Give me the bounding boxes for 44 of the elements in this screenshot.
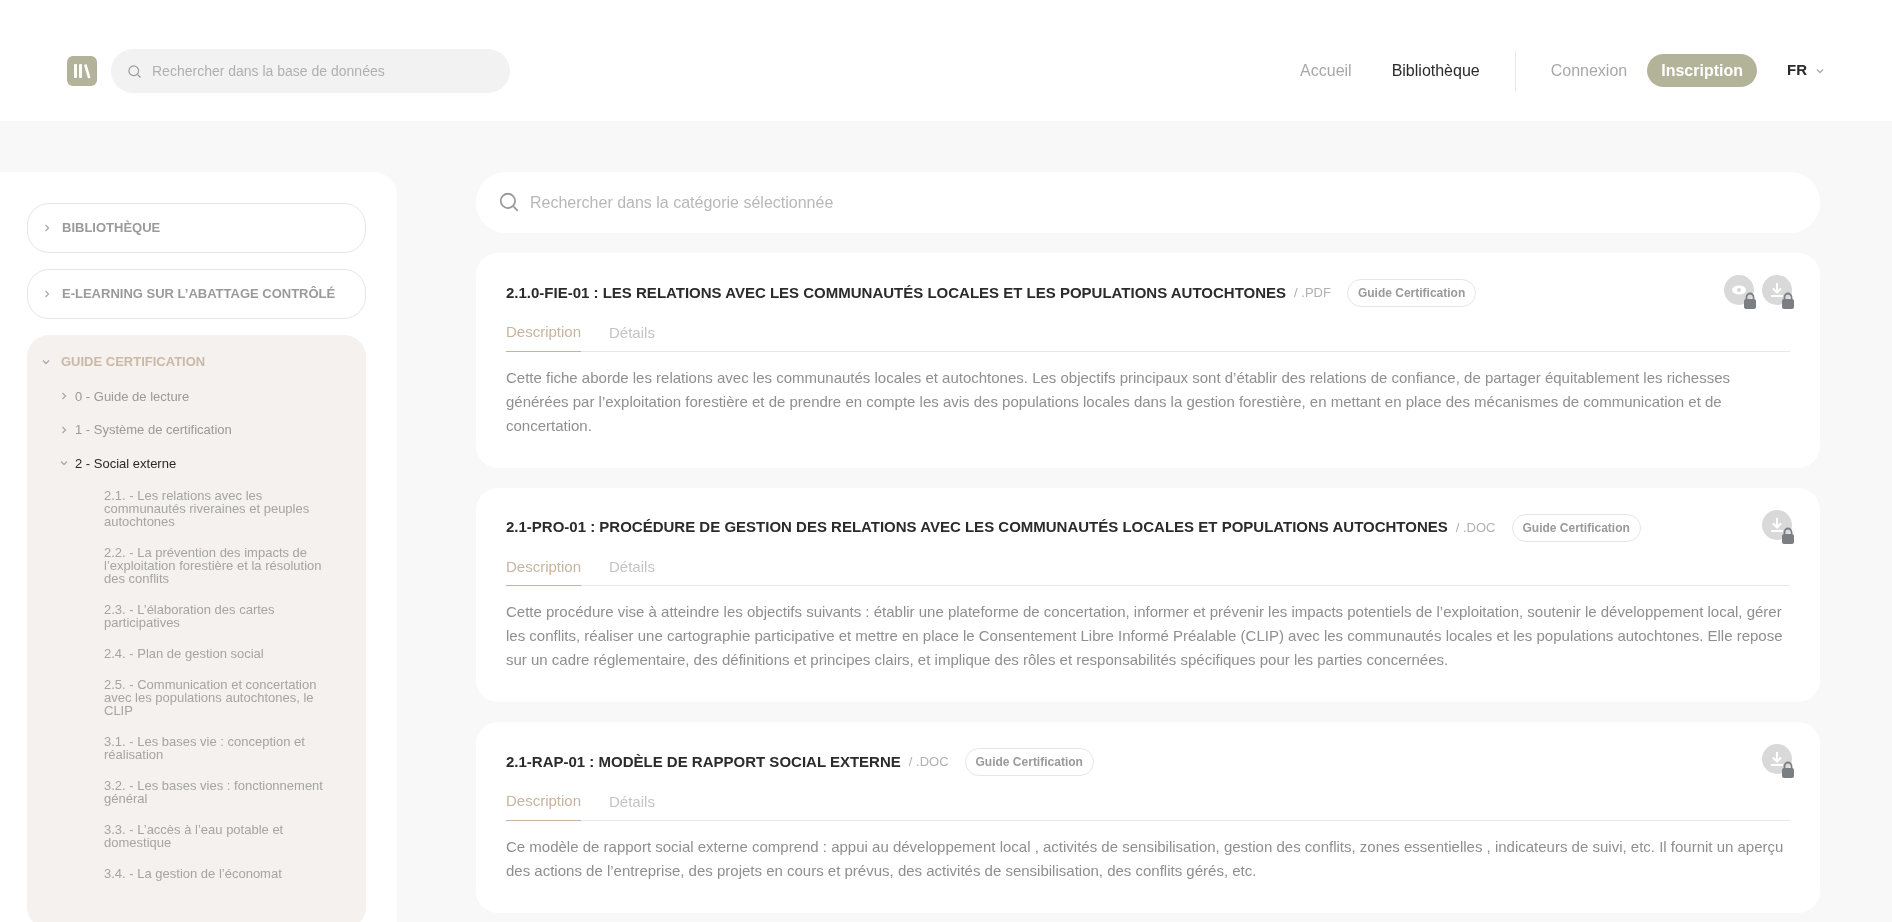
tab[interactable]: Description <box>506 555 582 586</box>
category-label: BIBLIOTHÈQUE <box>62 219 161 238</box>
login-link[interactable]: Connexion <box>1550 58 1628 83</box>
file-format: / .DOC <box>1455 518 1496 537</box>
tab[interactable]: Description <box>506 321 582 352</box>
file-format: / .PDF <box>1294 284 1331 303</box>
subcategory-link[interactable]: 2 - Social externe <box>75 453 177 473</box>
tab[interactable]: Détails <box>609 790 655 821</box>
document-link[interactable]: 3.3. - L’accès à l’eau potable et domestique <box>104 823 332 849</box>
signup-button[interactable]: Inscription <box>1647 54 1757 87</box>
document-description: Cette procédure vise à atteindre les objectifs suivants : établir une plateforme de concertation, informer et prévenir les impacts potentiels de l’exploitation, soutenir le développement local, gérer les conflits, réaliser une cartographie participative et mettre en place le Consentement Libre Informé Préalable (CLIP) avec les communautés locales et les populations autochtones. Elle repose sur un cadre réglementaire, des définitions et principes clairs, et implique des rôles et responsabilités spécifiques pour les parties concernées. <box>506 602 1784 670</box>
document-link[interactable]: 3.1. - Les bases vie : conception et réalisation <box>104 735 332 761</box>
books-logo-icon[interactable] <box>67 55 97 86</box>
document-link[interactable]: 2.2. - La prévention des impacts de l’exploitation forestière et la résolution des conflits <box>104 546 332 585</box>
file-format: / .DOC <box>908 753 949 772</box>
subcategory-link[interactable]: 1 - Système de certification <box>75 420 232 440</box>
document-description: Cette fiche aborde les relations avec les communautés locales et autochtones. Les objectifs principaux sont d’établir des relations de confiance, de partager équitablement les richesses générées par l’exploitation forestière et de prendre en compte les avis des populations locales dans la gestion forestière, en mettant en place des mécanismes de communication et de concertation. <box>506 367 1732 436</box>
category-label: GUIDE CERTIFICATION <box>61 353 206 371</box>
document-link[interactable]: 2.1. - Les relations avec les communautés riveraines et peuples autochtones <box>104 489 332 528</box>
document-link[interactable]: 3.2. - Les bases vies : fonctionnement général <box>104 779 332 805</box>
tab[interactable]: Description <box>506 790 582 821</box>
subcategory-link[interactable]: 0 - Guide de lecture <box>75 386 190 406</box>
chevron-right-icon <box>42 223 52 233</box>
search-icon <box>127 63 142 79</box>
category-item[interactable]: E-LEARNING SUR L’ABATTAGE CONTRÔLÉ <box>27 269 366 319</box>
document-link[interactable]: 3.4. - La gestion de l’économat <box>104 867 332 880</box>
document-description: Ce modèle de rapport social externe comprend : appui au développement local , activités de sensibilisation, gestion des conflits, zones essentielles , indicateurs de suivi, etc. Il fournit un aperçu des actions de l’entreprise, des projets en cours et prévus, des activités de sensibilisation, des conflits gérés, etc. <box>506 836 1785 881</box>
document-link[interactable]: 2.3. - L’élaboration des cartes participatives <box>104 603 332 629</box>
document-link[interactable]: 2.5. - Communication et concertation avec les populations autochtones, le CLIP <box>104 678 332 717</box>
document-title: 2.1-PRO-01 : PROCÉDURE DE GESTION DES RELATIONS AVEC LES COMMUNAUTÉS LOCALES ET POPULATIONS AUTOCHTONES <box>506 517 1448 538</box>
category-search-field[interactable]: Rechercher dans la catégorie sélectionnée <box>476 172 1820 233</box>
nav-link[interactable]: Accueil <box>1300 58 1352 83</box>
tab[interactable]: Détails <box>609 555 655 586</box>
nav-link[interactable]: Bibliothèque <box>1391 58 1480 83</box>
category-label: E-LEARNING SUR L’ABATTAGE CONTRÔLÉ <box>62 285 336 304</box>
document-title: 2.1-RAP-01 : MODÈLE DE RAPPORT SOCIAL EXTERNE <box>506 751 901 772</box>
language-dropdown[interactable]: FR <box>1787 59 1825 82</box>
category-item[interactable]: BIBLIOTHÈQUE <box>27 203 366 253</box>
tab[interactable]: Détails <box>609 321 655 352</box>
search-icon <box>498 191 520 213</box>
search-field[interactable]: Rechercher dans la base de données <box>111 48 510 93</box>
document-title: 2.1.0-FIE-01 : LES RELATIONS AVEC LES COMMUNAUTÉS LOCALES ET LES POPULATIONS AUTOCHTONES <box>506 282 1287 303</box>
document-link[interactable]: 2.4. - Plan de gestion social <box>104 647 332 660</box>
chevron-right-icon <box>42 289 52 299</box>
